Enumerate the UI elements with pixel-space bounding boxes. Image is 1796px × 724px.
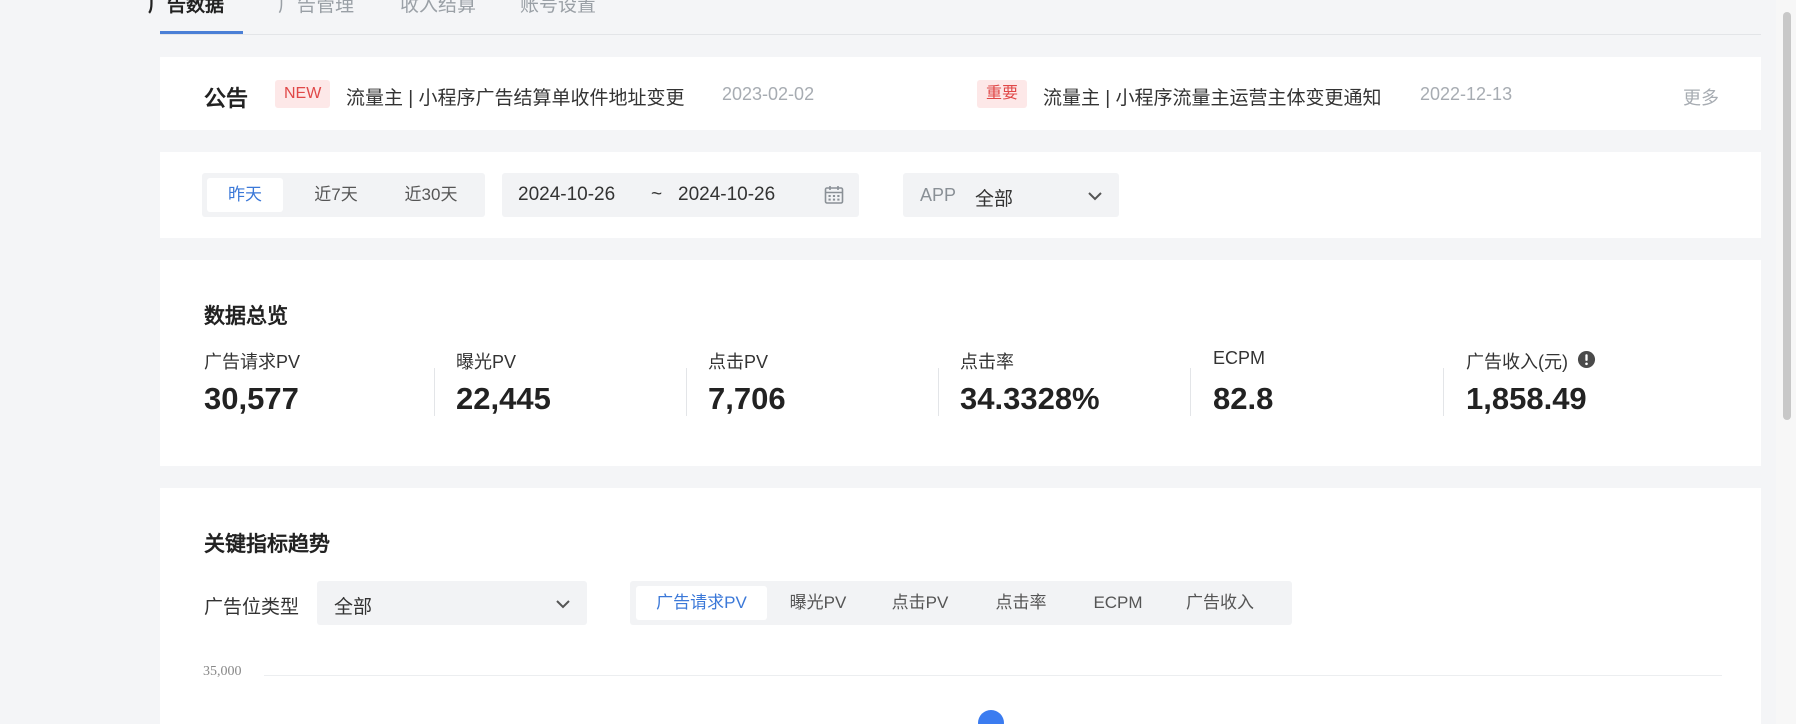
- metric-value: 82.8: [1213, 381, 1274, 416]
- metric-tab-click-pv[interactable]: 点击PV: [870, 586, 970, 620]
- tab-ad-data[interactable]: 广告数据: [148, 0, 224, 17]
- tab-account-settings[interactable]: 账号设置: [520, 0, 596, 17]
- metric-label: 广告请求PV: [204, 352, 301, 372]
- end-date[interactable]: 2024-10-26: [678, 184, 775, 206]
- date-range-shortcuts: 昨天 近7天 近30天: [202, 173, 485, 217]
- notice-link-2[interactable]: 流量主 | 小程序流量主运营主体变更通知: [1043, 83, 1382, 110]
- tab-revenue-settlement[interactable]: 收入结算: [400, 0, 476, 17]
- date-range-picker[interactable]: 2024-10-26 ~ 2024-10-26: [502, 173, 859, 217]
- metric-divider: [686, 368, 687, 416]
- notice-date-2: 2022-12-13: [1420, 84, 1513, 104]
- metric-value: 1,858.49: [1466, 381, 1587, 416]
- notice-link-1[interactable]: 流量主 | 小程序广告结算单收件地址变更: [346, 83, 685, 110]
- metric-tab-exposure-pv[interactable]: 曝光PV: [770, 586, 866, 620]
- metric-label: 曝光PV: [456, 352, 517, 372]
- scrollbar-thumb[interactable]: [1783, 12, 1791, 420]
- metric-label: ECPM: [1213, 348, 1266, 368]
- metric-tab-ecpm[interactable]: ECPM: [1072, 586, 1164, 620]
- chevron-down-icon: [556, 600, 570, 609]
- metric-divider: [1190, 368, 1191, 416]
- metric-ad-request-pv: 广告请求PV 30,577: [204, 348, 454, 428]
- chart-data-point[interactable]: [978, 710, 1004, 724]
- key-metrics-trend-card: 关键指标趋势 广告位类型 全部 广告请求PV 曝光PV 点击PV 点击率 ECP…: [160, 488, 1761, 724]
- ad-slot-type-label: 广告位类型: [204, 597, 300, 618]
- range-7days-button[interactable]: 近7天: [292, 178, 380, 212]
- metric-divider: [938, 368, 939, 416]
- app-select-label: APP: [920, 185, 957, 205]
- metric-click-pv: 点击PV 7,706: [708, 348, 958, 428]
- metric-ad-revenue: 广告收入(元) 1,858.49: [1466, 348, 1716, 428]
- tab-ad-management[interactable]: 广告管理: [278, 0, 354, 17]
- metric-click-rate: 点击率 34.3328%: [960, 348, 1210, 428]
- metric-tab-click-rate[interactable]: 点击率: [972, 586, 1070, 620]
- notice-date-1: 2023-02-02: [722, 84, 815, 104]
- notice-bar: 公告 NEW 流量主 | 小程序广告结算单收件地址变更 2023-02-02 重…: [160, 57, 1761, 130]
- app-select[interactable]: APP 全部: [903, 173, 1119, 217]
- metric-ecpm: ECPM 82.8: [1213, 348, 1463, 428]
- new-tag: NEW: [275, 80, 331, 108]
- metric-tab-ad-revenue[interactable]: 广告收入: [1168, 586, 1272, 620]
- app-select-value: 全部: [975, 189, 1014, 210]
- ad-slot-type-value: 全部: [334, 597, 373, 618]
- calendar-icon[interactable]: [824, 185, 844, 205]
- metric-value: 22,445: [456, 381, 551, 416]
- range-30days-button[interactable]: 近30天: [382, 178, 480, 212]
- metric-exposure-pv: 曝光PV 22,445: [456, 348, 706, 428]
- metric-divider: [1443, 368, 1444, 416]
- more-link[interactable]: 更多: [1683, 84, 1719, 110]
- metric-divider: [434, 368, 435, 416]
- chart-gridline: [264, 675, 1722, 676]
- filter-bar: 昨天 近7天 近30天 2024-10-26 ~ 2024-10-26 APP …: [160, 152, 1761, 238]
- metric-label: 广告收入(元): [1466, 352, 1568, 372]
- range-yesterday-button[interactable]: 昨天: [207, 178, 283, 212]
- metric-value: 34.3328%: [960, 381, 1100, 416]
- overview-title: 数据总览: [204, 305, 288, 328]
- date-separator: ~: [651, 184, 663, 205]
- top-tabs: 广告数据 广告管理 收入结算 账号设置: [148, 0, 1761, 35]
- chevron-down-icon: [1088, 192, 1102, 201]
- y-axis-tick-label: 35,000: [203, 664, 242, 679]
- metric-label: 点击率: [960, 352, 1014, 372]
- data-overview-card: 数据总览 广告请求PV 30,577 曝光PV 22,445 点击PV 7,70…: [160, 260, 1761, 466]
- info-icon[interactable]: [1577, 350, 1596, 369]
- ad-slot-type-select[interactable]: 全部: [317, 581, 587, 625]
- metric-tab-ad-request-pv[interactable]: 广告请求PV: [636, 586, 767, 620]
- notice-title: 公告: [204, 86, 249, 111]
- metric-label: 点击PV: [708, 352, 769, 372]
- metric-value: 7,706: [708, 381, 786, 416]
- trend-title: 关键指标趋势: [204, 533, 330, 556]
- active-tab-indicator: [160, 31, 243, 34]
- start-date[interactable]: 2024-10-26: [518, 184, 615, 206]
- important-tag: 重要: [977, 80, 1028, 108]
- metric-value: 30,577: [204, 381, 299, 416]
- dashboard-page: 广告数据 广告管理 收入结算 账号设置 公告 NEW 流量主 | 小程序广告结算…: [148, 0, 1761, 724]
- metric-tabs: 广告请求PV 曝光PV 点击PV 点击率 ECPM 广告收入: [630, 581, 1292, 625]
